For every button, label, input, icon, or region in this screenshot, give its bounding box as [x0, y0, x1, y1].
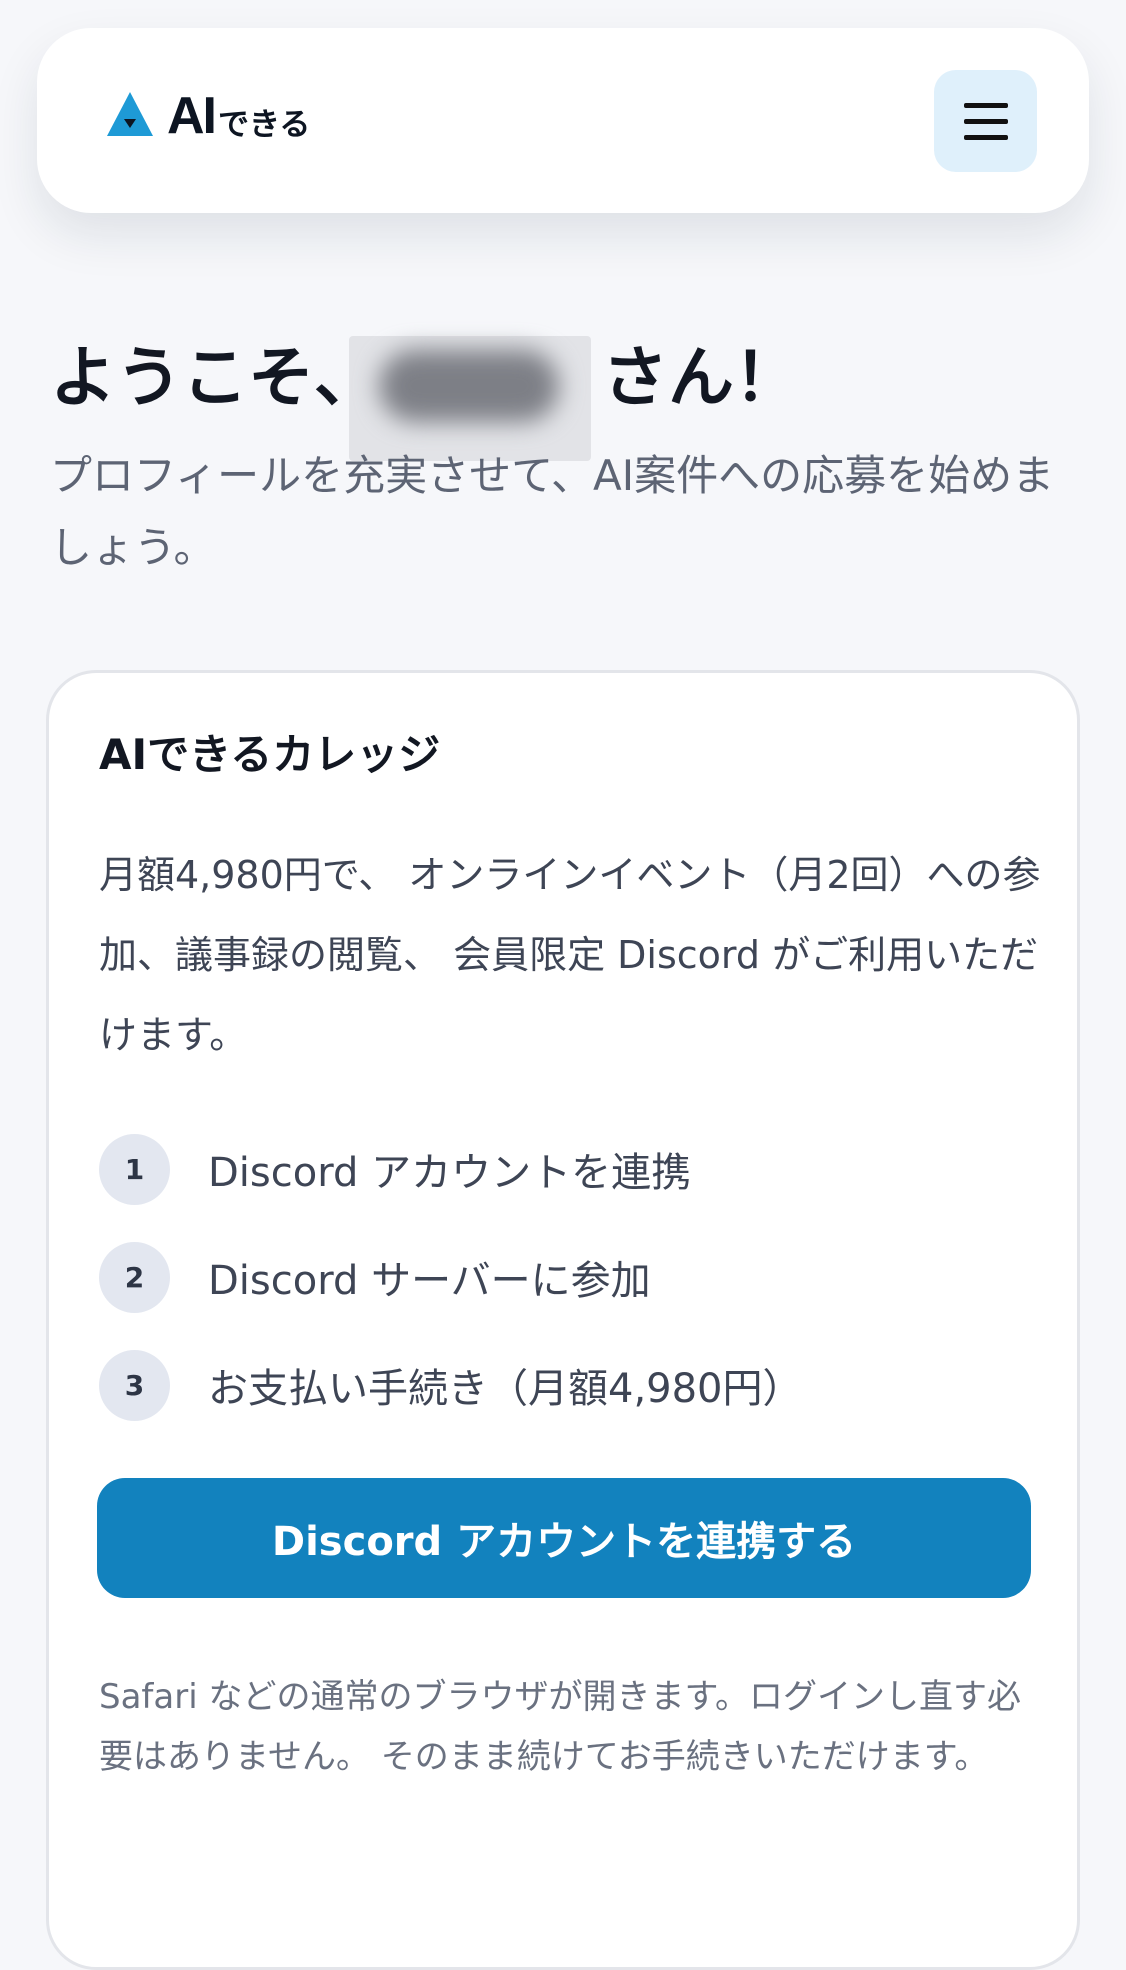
menu-button[interactable] — [934, 70, 1037, 172]
step-number-badge: 1 — [99, 1133, 170, 1205]
card-title: AIできるカレッジ — [99, 730, 441, 779]
hamburger-menu-icon — [963, 102, 1008, 108]
browser-note: Safari などの通常のブラウザが開きます。ログインし直す必要はありません。 … — [99, 1677, 1022, 1777]
step-label: お支払い手続き（月額4,980円） — [208, 1366, 803, 1412]
connect-discord-button[interactable]: Discord アカウントを連携する — [97, 1478, 1031, 1598]
step-label: Discord アカウントを連携 — [208, 1150, 692, 1196]
step-item: 1 Discord アカウントを連携 — [99, 1133, 1039, 1205]
header-bar: AI できる — [37, 28, 1089, 213]
step-item: 3 お支払い手続き（月額4,980円） — [99, 1349, 1039, 1421]
college-card: AIできるカレッジ 月額4,980円で、 オンラインイベント（月2回）への参加、… — [46, 670, 1080, 1970]
logo-text-ai: AI — [167, 87, 217, 145]
logo-text-dekiru: できる — [218, 107, 311, 143]
welcome-greeting-suffix: さん！ — [602, 339, 800, 416]
hamburger-menu-icon — [963, 118, 1008, 124]
triangle-logo-icon — [107, 92, 153, 136]
card-description: 月額4,980円で、 オンラインイベント（月2回）への参加、議事録の閲覧、 会員… — [99, 853, 1041, 1057]
step-label: Discord サーバーに参加 — [208, 1258, 651, 1304]
welcome-subtitle: プロフィールを充実させて、AI案件への応募を始めましょう。 — [50, 451, 1055, 572]
step-number-badge: 3 — [99, 1349, 170, 1421]
welcome-greeting-prefix: ようこそ、 — [50, 339, 380, 416]
step-item: 2 Discord サーバーに参加 — [99, 1241, 1039, 1313]
step-number-badge: 2 — [99, 1241, 170, 1313]
logo[interactable]: AI できる — [107, 90, 310, 142]
steps-list: 1 Discord アカウントを連携 2 Discord サーバーに参加 3 お… — [99, 1133, 1039, 1457]
redaction-blur — [379, 350, 559, 422]
hamburger-menu-icon — [963, 134, 1008, 140]
